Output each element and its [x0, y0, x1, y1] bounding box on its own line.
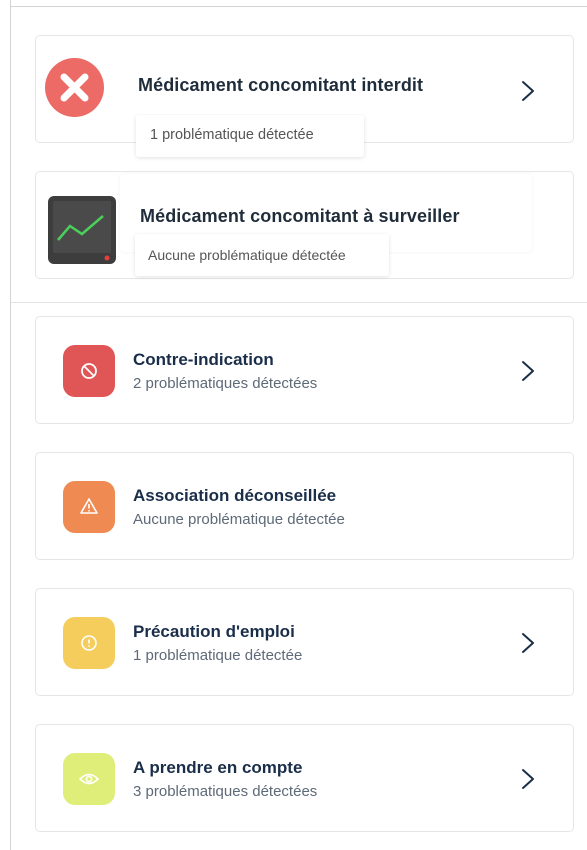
card-title: Médicament concomitant à surveiller — [140, 206, 460, 226]
list-item-precaution-emploi[interactable]: Précaution d'emploi 1 problématique déte… — [35, 588, 574, 696]
item-title: Précaution d'emploi — [133, 622, 295, 641]
status-tooltip: 1 problématique détectée — [136, 115, 364, 157]
title-label-box: Médicament concomitant interdit — [116, 54, 494, 114]
chevron-right-icon[interactable] — [521, 80, 535, 102]
list-item-a-prendre-en-compte[interactable]: A prendre en compte 3 problématiques dét… — [35, 724, 574, 832]
ban-icon — [63, 345, 115, 397]
item-subtitle: 3 problématiques détectées — [133, 783, 318, 800]
monitor-chart-icon — [48, 196, 116, 264]
chevron-right-icon[interactable] — [521, 768, 535, 790]
x-circle-icon — [45, 58, 104, 117]
item-title: A prendre en compte — [133, 758, 303, 777]
card-monitor-concomitant[interactable]: Médicament concomitant à surveiller Aucu… — [35, 171, 574, 279]
item-title: Association déconseillée — [133, 486, 337, 505]
chevron-right-icon[interactable] — [521, 632, 535, 654]
exclamation-circle-icon — [63, 617, 115, 669]
status-tooltip: Aucune problématique détectée — [135, 234, 389, 276]
item-subtitle: Aucune problématique détectée — [133, 511, 345, 528]
item-title: Contre-indication — [133, 350, 274, 369]
card-forbidden-concomitant[interactable]: 1 problématique détectée Médicament conc… — [35, 35, 574, 157]
chevron-right-icon[interactable] — [521, 360, 535, 382]
warning-triangle-icon — [63, 481, 115, 533]
item-subtitle: 1 problématique détectée — [133, 647, 303, 664]
status-text: 1 problématique détectée — [150, 127, 314, 143]
list-item-contre-indication[interactable]: Contre-indication 2 problématiques détec… — [35, 316, 574, 424]
card-title: Médicament concomitant interdit — [138, 75, 424, 95]
status-text: Aucune problématique détectée — [148, 247, 346, 263]
list-item-association-deconseillee[interactable]: Association déconseillée Aucune probléma… — [35, 452, 574, 560]
item-subtitle: 2 problématiques détectées — [133, 375, 318, 392]
eye-icon — [63, 753, 115, 805]
